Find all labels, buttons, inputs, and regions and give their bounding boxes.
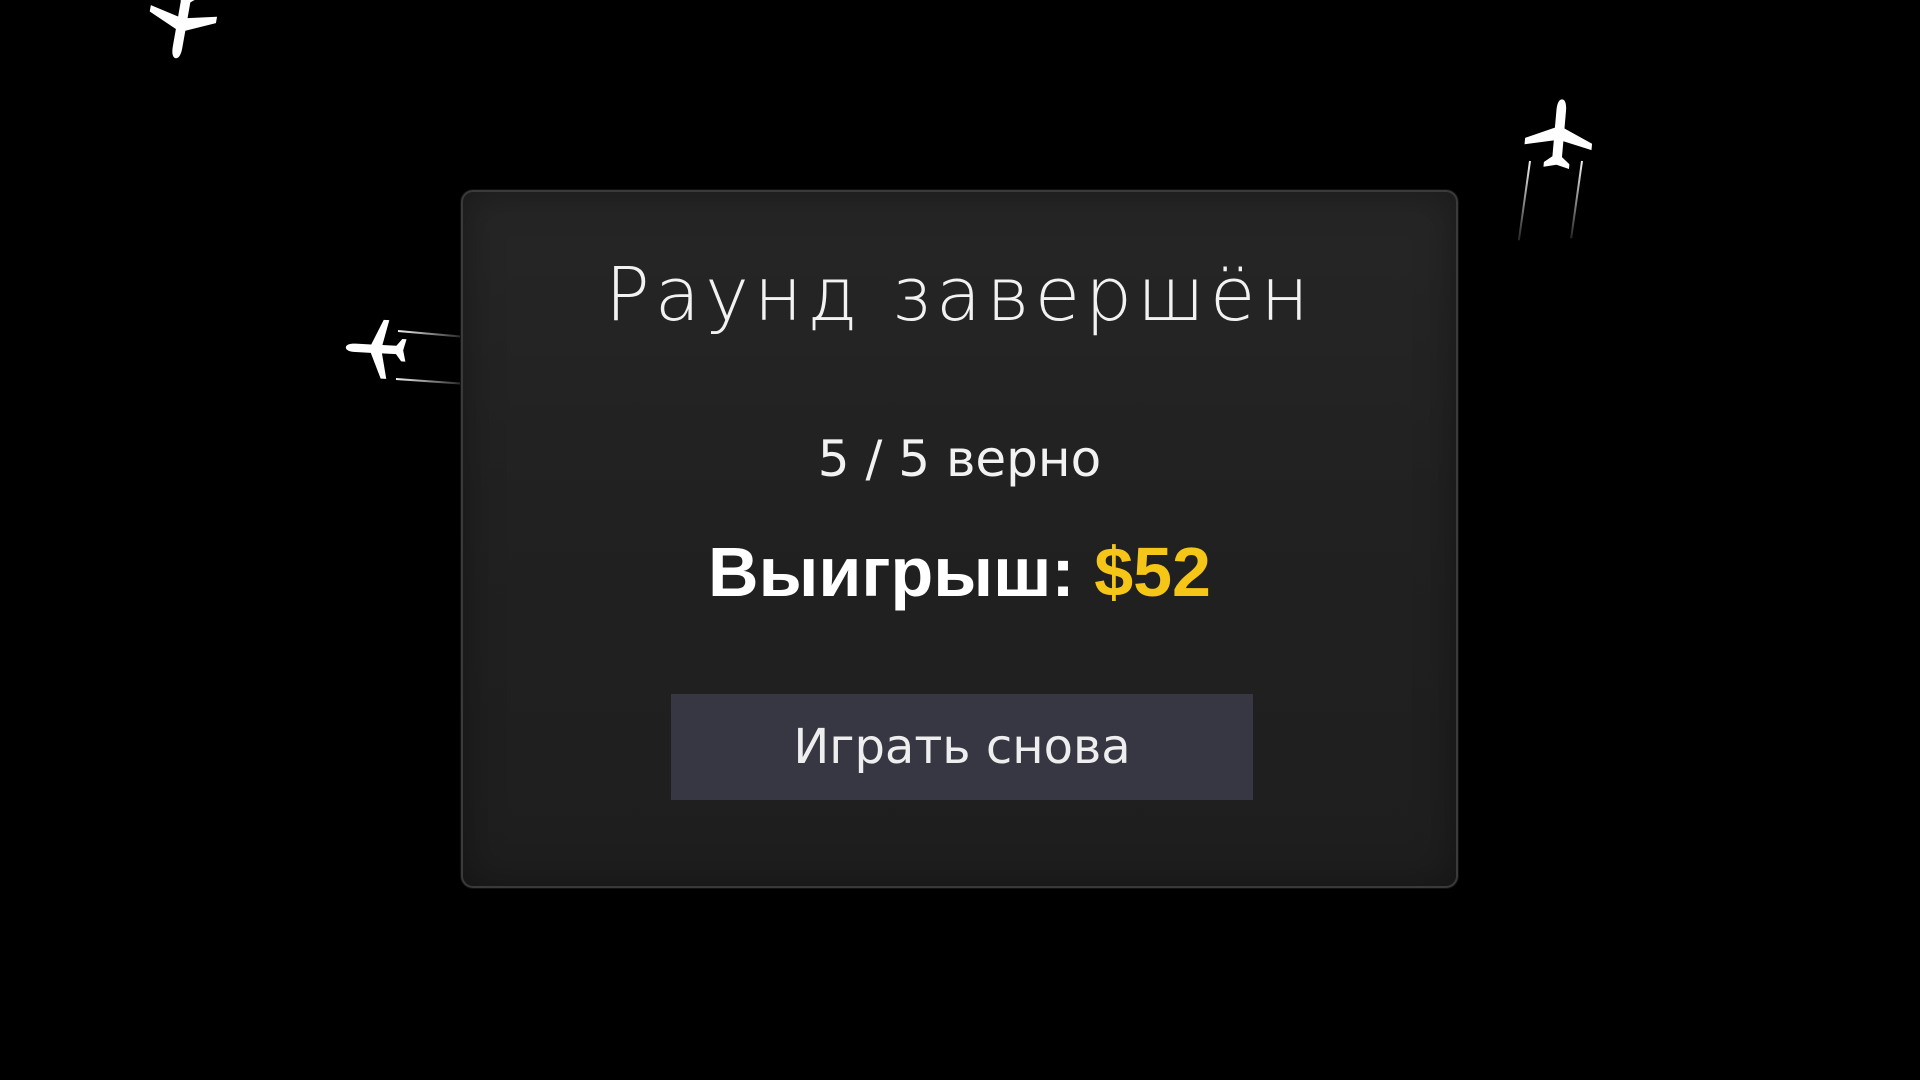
- winnings-label: Выигрыш:: [708, 533, 1075, 611]
- game-stage: Раунд завершён 5 / 5 верно Выигрыш: $52 …: [0, 0, 1920, 1080]
- airplane-icon: [341, 312, 415, 386]
- dialog-title: Раунд завершён: [605, 252, 1314, 338]
- airplane-icon: [1516, 93, 1603, 180]
- winnings-line: Выигрыш: $52: [463, 532, 1456, 612]
- round-complete-dialog: Раунд завершён 5 / 5 верно Выигрыш: $52 …: [461, 190, 1458, 888]
- winnings-amount: $52: [1094, 533, 1211, 611]
- airplane-icon: [136, 0, 229, 68]
- play-again-button[interactable]: Играть снова: [671, 694, 1253, 800]
- score-text: 5 / 5 верно: [817, 430, 1102, 488]
